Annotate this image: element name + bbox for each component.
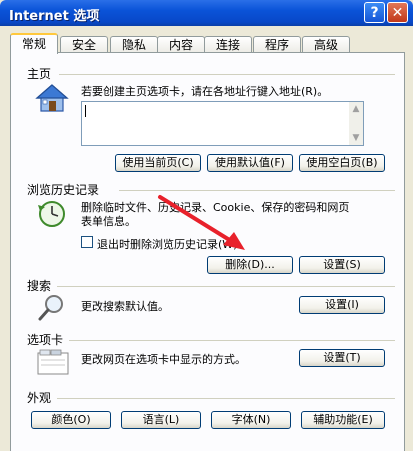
history-heading: 浏览历史记录 xyxy=(27,183,100,197)
appearance-heading: 外观 xyxy=(27,391,52,405)
tabs-settings-button[interactable]: 设置(T) xyxy=(299,349,385,367)
history-divider xyxy=(119,190,395,191)
window-title: Internet 选项 xyxy=(9,9,100,24)
close-button[interactable]: ✕ xyxy=(387,2,408,23)
use-default-button[interactable]: 使用默认值(F) xyxy=(207,154,293,172)
home-heading: 主页 xyxy=(27,67,52,81)
help-button[interactable]: ? xyxy=(364,2,385,23)
delete-button[interactable]: 删除(D)... xyxy=(207,256,293,274)
scroll-down-icon[interactable]: ▼ xyxy=(349,131,363,145)
history-clock-icon xyxy=(37,199,67,232)
use-blank-button[interactable]: 使用空白页(B) xyxy=(299,154,385,172)
tab-general[interactable]: 常规 xyxy=(10,33,58,54)
colors-button[interactable]: 颜色(O) xyxy=(31,411,111,429)
tab-programs[interactable]: 程序 xyxy=(253,36,301,53)
house-icon xyxy=(35,83,69,116)
search-description: 更改搜索默认值。 xyxy=(81,300,169,313)
accessibility-button[interactable]: 辅助功能(E) xyxy=(301,411,385,429)
languages-button[interactable]: 语言(L) xyxy=(121,411,201,429)
text-caret xyxy=(85,105,86,117)
home-address-input[interactable]: ▲ ▼ xyxy=(81,101,364,146)
tab-privacy[interactable]: 隐私 xyxy=(110,36,158,53)
search-divider xyxy=(57,286,395,287)
home-description: 若要创建主页选项卡，请在各地址行键入地址(R)。 xyxy=(81,85,329,98)
search-settings-button[interactable]: 设置(I) xyxy=(299,296,385,314)
delete-on-exit-label[interactable]: 退出时删除浏览历史记录(W) xyxy=(97,236,237,252)
magnifier-icon xyxy=(37,293,67,326)
tabs-heading: 选项卡 xyxy=(27,333,64,347)
scroll-up-icon[interactable]: ▲ xyxy=(349,102,363,116)
appearance-divider xyxy=(57,398,395,399)
history-settings-button[interactable]: 设置(S) xyxy=(299,256,385,274)
tab-security[interactable]: 安全 xyxy=(60,36,108,53)
address-scrollbar[interactable]: ▲ ▼ xyxy=(349,102,363,145)
title-bar: Internet 选项 ? ✕ xyxy=(0,0,413,26)
general-panel: 主页 若要创建主页选项卡，请在各地址行键入地址(R)。 ▲ ▼ 使用当前页(C)… xyxy=(10,52,405,451)
tabs-description: 更改网页在选项卡中显示的方式。 xyxy=(81,353,246,366)
tab-advanced[interactable]: 高级 xyxy=(302,36,350,53)
search-heading: 搜索 xyxy=(27,279,52,293)
use-current-button[interactable]: 使用当前页(C) xyxy=(115,154,201,172)
tab-content[interactable]: 内容 xyxy=(157,36,205,53)
home-divider xyxy=(59,74,395,75)
delete-on-exit-checkbox[interactable] xyxy=(81,236,93,248)
fonts-button[interactable]: 字体(N) xyxy=(211,411,291,429)
tabs-window-icon xyxy=(37,349,69,378)
tab-connections[interactable]: 连接 xyxy=(204,36,252,53)
history-description-line2: 表单信息。 xyxy=(81,215,136,228)
tabs-divider xyxy=(69,340,395,341)
